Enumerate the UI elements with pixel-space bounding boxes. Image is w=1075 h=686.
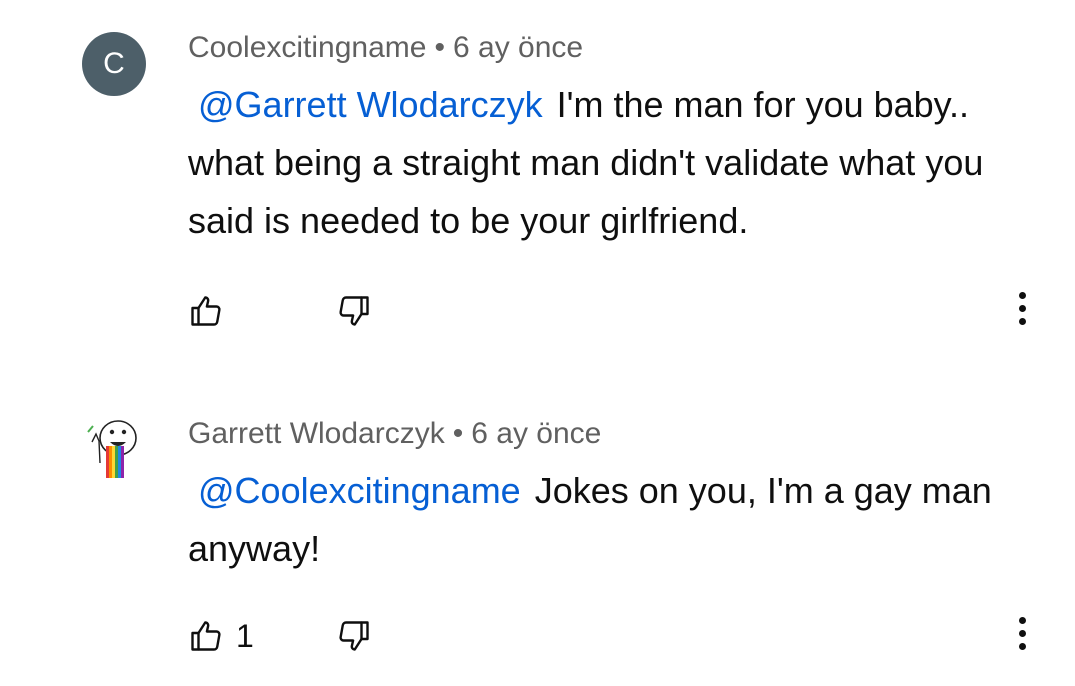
meta-separator: • bbox=[452, 417, 464, 450]
like-button[interactable]: 1 bbox=[188, 616, 254, 656]
comment-actions: 1 bbox=[188, 616, 1048, 656]
dislike-button[interactable] bbox=[336, 616, 372, 656]
thumbs-up-icon bbox=[191, 296, 221, 326]
more-vert-icon[interactable] bbox=[1010, 291, 1034, 331]
comment-actions bbox=[188, 291, 1048, 331]
like-count: 1 bbox=[236, 618, 254, 654]
comment-meta: Garrett Wlodarczyk • 6 ay önce bbox=[188, 416, 601, 452]
comment-text: @Garrett Wlodarczyk I'm the man for you b… bbox=[188, 76, 1048, 250]
dislike-button[interactable] bbox=[336, 291, 372, 331]
rainbow-puke-avatar-icon bbox=[87, 420, 137, 478]
avatar[interactable] bbox=[82, 416, 146, 480]
like-button[interactable] bbox=[188, 291, 236, 331]
comment-text: @Coolexcitingname Jokes on you, I'm a gay… bbox=[188, 462, 1048, 578]
author-name[interactable]: Coolexcitingname bbox=[188, 31, 426, 64]
meta-separator: • bbox=[434, 31, 445, 64]
mention-link[interactable]: @Coolexcitingname bbox=[198, 470, 521, 511]
thumbs-down-icon bbox=[339, 296, 369, 326]
avatar[interactable]: C bbox=[82, 32, 146, 96]
thumbs-up-icon bbox=[191, 621, 221, 651]
mention-link[interactable]: @Garrett Wlodarczyk bbox=[198, 84, 543, 125]
comment-time[interactable]: 6 ay önce bbox=[453, 31, 583, 64]
comment-meta: Coolexcitingname • 6 ay önce bbox=[188, 30, 583, 66]
more-vert-icon[interactable] bbox=[1010, 616, 1034, 656]
thumbs-down-icon bbox=[339, 621, 369, 651]
comment-time[interactable]: 6 ay önce bbox=[471, 417, 601, 450]
author-name[interactable]: Garrett Wlodarczyk bbox=[188, 417, 445, 450]
